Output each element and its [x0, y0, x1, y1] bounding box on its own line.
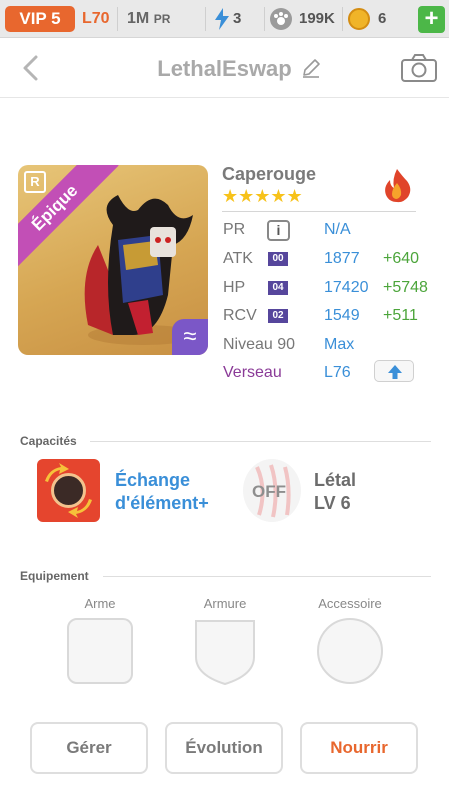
ability1-line2: d'élément+ — [115, 493, 209, 513]
swap-arrows-icon — [45, 463, 92, 518]
monster-name: Caperouge — [222, 164, 317, 184]
stamina[interactable]: 3 — [213, 8, 257, 30]
info-button[interactable]: i — [267, 220, 290, 241]
divider — [222, 211, 416, 212]
coin-icon — [348, 8, 370, 30]
atk-bonus: +640 — [383, 250, 420, 267]
pencil-icon[interactable] — [300, 57, 322, 79]
divider — [205, 7, 206, 31]
ability2-off-badge: OFF — [252, 482, 286, 501]
weapon-label: Arme — [84, 596, 116, 611]
stamina-value: 3 — [233, 10, 242, 27]
ability2-name[interactable]: Létal LV 6 — [314, 469, 356, 515]
sign-value: L76 — [324, 364, 351, 381]
arrow-up-icon — [388, 365, 402, 379]
armor-label: Armure — [203, 596, 247, 611]
abilities-title: Capacités — [20, 434, 77, 448]
level-value: Max — [324, 336, 355, 353]
lightning-icon — [215, 8, 229, 30]
divider — [342, 7, 343, 31]
divider — [90, 441, 431, 442]
divider — [117, 7, 118, 31]
ability2-line1: Létal — [314, 470, 357, 490]
page-title: LethalEswap — [157, 56, 292, 81]
pr-value: N/A — [324, 221, 351, 238]
level-label: Niveau 90 — [223, 336, 296, 353]
paw-icon — [270, 8, 292, 30]
fire-element-icon — [385, 169, 411, 203]
accessory-slot[interactable] — [317, 618, 383, 684]
hp-plus-tag: 04 — [268, 281, 288, 295]
divider — [103, 576, 431, 577]
rcv-value: 1549 — [324, 307, 360, 324]
rcv-bonus: +511 — [383, 307, 418, 324]
camera-icon[interactable] — [400, 53, 438, 83]
rarity-badge: R — [24, 171, 46, 193]
manage-button[interactable]: Gérer — [30, 722, 148, 774]
ability1-name[interactable]: Échange d'élément+ — [115, 469, 209, 515]
paw-value: 199K — [299, 10, 335, 27]
pr-label: PR — [223, 221, 246, 238]
status-bar: VIP 5 L70 1M PR 3 199K 6 + — [0, 0, 449, 38]
vip-badge[interactable]: VIP 5 — [5, 6, 75, 32]
header: LethalEswap — [0, 38, 449, 98]
level-up-button[interactable] — [374, 360, 414, 382]
accessory-label: Accessoire — [318, 596, 382, 611]
element-swap-ability-icon[interactable] — [37, 459, 100, 522]
rcv-plus-tag: 02 — [268, 309, 288, 323]
evolution-button[interactable]: Évolution — [165, 722, 283, 774]
player-level: L70 — [82, 10, 110, 27]
armor-slot[interactable] — [192, 617, 258, 687]
star-rating: ★★★★★ — [222, 186, 303, 206]
monster-card[interactable]: Épique R ≈ — [18, 165, 208, 355]
divider — [264, 7, 265, 31]
hp-label: HP — [223, 279, 246, 296]
atk-value: 1877 — [324, 250, 360, 267]
atk-plus-tag: 00 — [268, 252, 288, 266]
coin-value: 6 — [378, 10, 387, 27]
feed-button[interactable]: Nourrir — [300, 722, 418, 774]
player-pr: 1M PR — [127, 10, 170, 28]
water-element-icon: ≈ — [172, 319, 208, 355]
hp-value: 17420 — [324, 279, 369, 296]
pr-value: 1M — [127, 10, 150, 27]
pr-unit: PR — [153, 12, 171, 26]
ability1-line1: Échange — [115, 470, 191, 490]
equipment-title: Equipement — [20, 569, 89, 583]
rcv-label: RCV — [223, 307, 257, 324]
add-coins-button[interactable]: + — [418, 6, 445, 33]
ability2-line2: LV 6 — [314, 493, 351, 513]
weapon-slot[interactable] — [67, 618, 133, 684]
sign-label: Verseau — [223, 364, 282, 381]
atk-label: ATK — [223, 250, 253, 267]
hp-bonus: +5748 — [383, 279, 428, 296]
